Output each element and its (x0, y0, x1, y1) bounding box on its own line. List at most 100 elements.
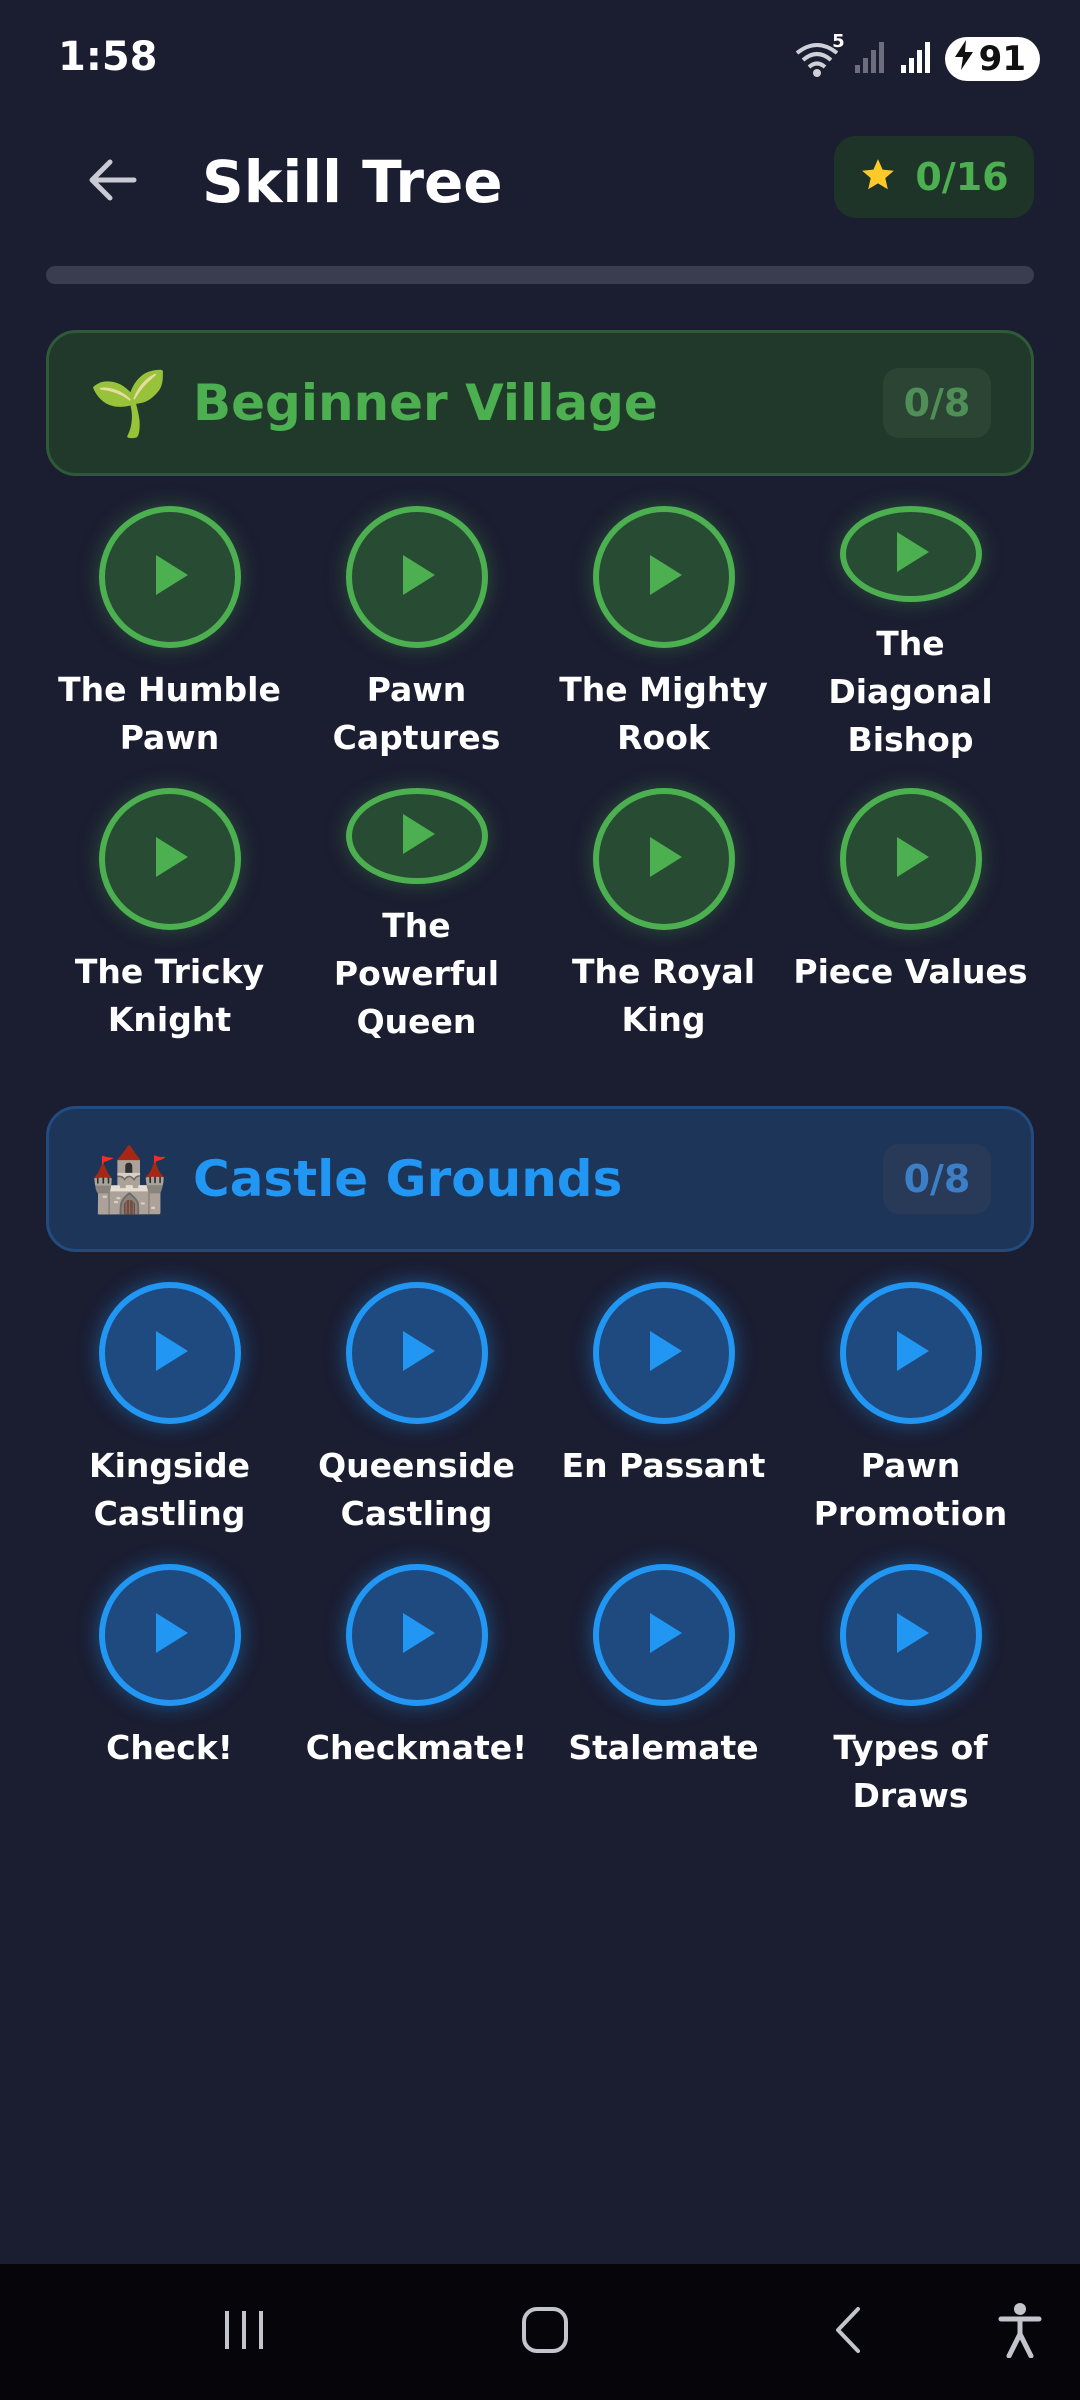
lesson-the-humble-pawn[interactable]: The Humble Pawn (46, 506, 293, 764)
recent-apps-button[interactable] (204, 2292, 284, 2372)
play-icon (891, 835, 931, 883)
signal-icon (899, 39, 931, 79)
lesson-the-mighty-rook[interactable]: The Mighty Rook (540, 506, 787, 764)
play-icon (644, 835, 684, 883)
play-button[interactable] (98, 506, 241, 648)
back-button[interactable] (70, 140, 154, 224)
battery-indicator: 91 (944, 37, 1040, 81)
wifi-badge: 5 (832, 31, 845, 52)
stars-badge: 0/16 (834, 136, 1034, 218)
lesson-label: Pawn Promotion (813, 1446, 1008, 1533)
wifi-icon: 5 (795, 31, 845, 79)
lesson-label: The Humble Pawn (58, 670, 281, 757)
play-button[interactable] (839, 1282, 982, 1424)
lesson-pawn-captures[interactable]: Pawn Captures (293, 506, 540, 764)
lesson-label: Pawn Captures (332, 670, 501, 757)
lesson-label: The Mighty Rook (559, 670, 768, 757)
play-button[interactable] (592, 788, 735, 930)
accessibility-icon (997, 2302, 1043, 2362)
play-icon (397, 1611, 437, 1659)
play-button[interactable] (98, 1282, 241, 1424)
battery-level: 91 (978, 39, 1026, 79)
lesson-label: Queenside Castling (318, 1446, 515, 1533)
system-back-button[interactable] (808, 2292, 888, 2372)
system-nav-bar (0, 2264, 1080, 2400)
play-button[interactable] (839, 788, 982, 930)
stars-count: 0/16 (915, 155, 1009, 199)
lesson-label: The Diagonal Bishop (828, 624, 993, 759)
play-icon (150, 835, 190, 883)
play-icon (644, 553, 684, 601)
section-progress-count: 0/8 (883, 1144, 991, 1214)
lesson-label: Stalemate (568, 1728, 759, 1767)
lesson-queenside-castling[interactable]: Queenside Castling (293, 1282, 540, 1540)
lesson-label: The Powerful Queen (333, 906, 500, 1041)
charging-bolt-icon (953, 39, 975, 80)
recent-apps-icon (219, 2307, 269, 2357)
page-title: Skill Tree (202, 148, 503, 216)
play-button[interactable] (98, 1564, 241, 1706)
home-icon (520, 2305, 570, 2359)
lesson-pawn-promotion[interactable]: Pawn Promotion (787, 1282, 1034, 1540)
play-button[interactable] (345, 506, 488, 648)
lesson-label: Checkmate! (305, 1728, 528, 1767)
lesson-the-royal-king[interactable]: The Royal King (540, 788, 787, 1046)
lesson-the-tricky-knight[interactable]: The Tricky Knight (46, 788, 293, 1046)
lesson-the-powerful-queen[interactable]: The Powerful Queen (293, 788, 540, 1046)
lesson-stalemate[interactable]: Stalemate (540, 1564, 787, 1822)
play-icon (644, 1329, 684, 1377)
play-button[interactable] (592, 1282, 735, 1424)
play-button[interactable] (345, 788, 488, 884)
section-header-castle-grounds[interactable]: 🏰 Castle Grounds 0/8 (46, 1106, 1034, 1252)
lesson-the-diagonal-bishop[interactable]: The Diagonal Bishop (787, 506, 1034, 764)
lesson-en-passant[interactable]: En Passant (540, 1282, 787, 1540)
section-title: Beginner Village (193, 374, 658, 432)
status-time: 1:58 (58, 34, 158, 80)
play-icon (150, 1611, 190, 1659)
play-icon (397, 1329, 437, 1377)
status-bar: 1:58 5 91 (0, 0, 1080, 120)
accessibility-button[interactable] (980, 2292, 1060, 2372)
play-button[interactable] (592, 1564, 735, 1706)
play-icon (891, 1611, 931, 1659)
play-button[interactable] (98, 788, 241, 930)
lesson-label: Check! (106, 1728, 233, 1767)
play-icon (397, 553, 437, 601)
lesson-types-of-draws[interactable]: Types of Draws (787, 1564, 1034, 1822)
seedling-icon: 🌱 (89, 366, 169, 441)
lesson-check[interactable]: Check! (46, 1564, 293, 1822)
section-progress-count: 0/8 (883, 368, 991, 438)
home-button[interactable] (505, 2292, 585, 2372)
play-icon (891, 530, 931, 578)
play-icon (150, 1329, 190, 1377)
section-title: Castle Grounds (193, 1150, 623, 1208)
lesson-grid-castle-grounds: Kingside Castling Queenside Castling En … (46, 1282, 1034, 1822)
lesson-checkmate[interactable]: Checkmate! (293, 1564, 540, 1822)
signal-weak-icon (853, 39, 885, 79)
lesson-piece-values[interactable]: Piece Values (787, 788, 1034, 1046)
lesson-label: The Royal King (571, 952, 756, 1039)
arrow-left-icon (86, 158, 138, 206)
play-button[interactable] (592, 506, 735, 648)
castle-icon: 🏰 (89, 1142, 169, 1217)
lesson-label: Kingside Castling (89, 1446, 250, 1533)
lesson-label: Piece Values (793, 952, 1028, 991)
play-icon (644, 1611, 684, 1659)
play-icon (397, 812, 437, 860)
star-icon (859, 156, 897, 198)
lesson-label: Types of Draws (833, 1728, 988, 1815)
lesson-grid-beginner-village: The Humble Pawn Pawn Captures The Mighty… (46, 506, 1034, 1046)
play-icon (150, 553, 190, 601)
status-icons: 5 91 (795, 31, 1040, 84)
play-button[interactable] (839, 506, 982, 602)
section-header-beginner-village[interactable]: 🌱 Beginner Village 0/8 (46, 330, 1034, 476)
play-icon (891, 1329, 931, 1377)
play-button[interactable] (345, 1282, 488, 1424)
lesson-kingside-castling[interactable]: Kingside Castling (46, 1282, 293, 1540)
overall-progress-bar (46, 266, 1034, 284)
play-button[interactable] (345, 1564, 488, 1706)
play-button[interactable] (839, 1564, 982, 1706)
app-header: Skill Tree 0/16 (0, 130, 1080, 230)
chevron-left-icon (828, 2305, 868, 2359)
lesson-label: En Passant (561, 1446, 766, 1485)
